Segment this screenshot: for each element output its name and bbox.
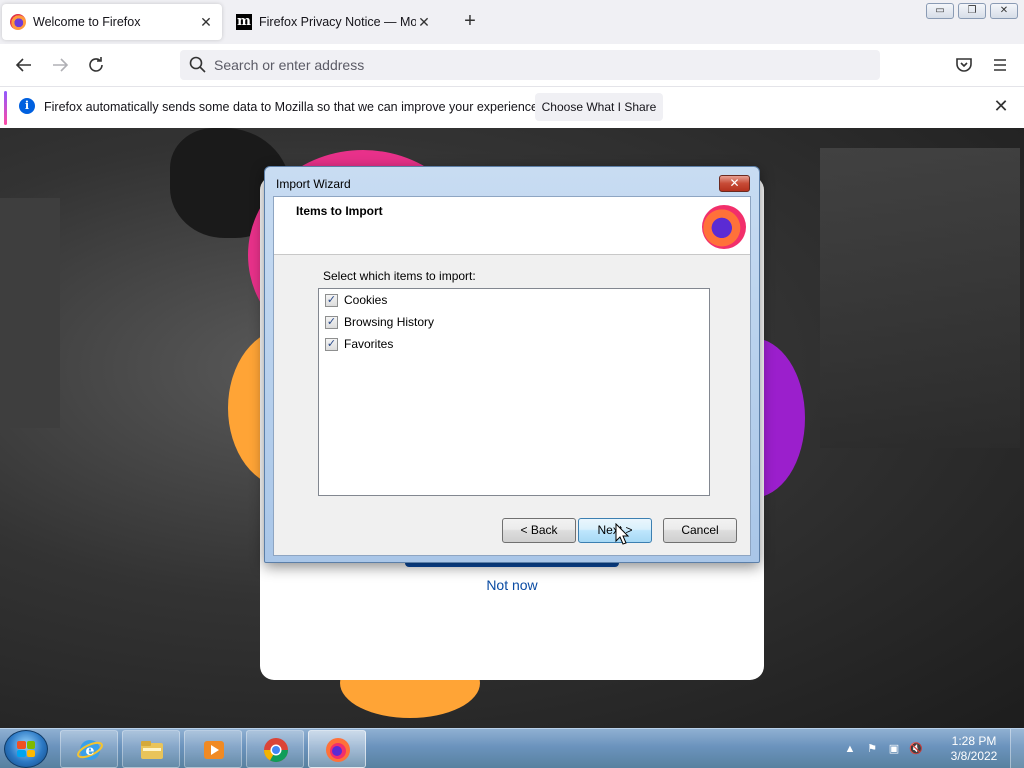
firefox-icon [10, 14, 26, 30]
chrome-icon [264, 738, 288, 763]
item-label: Cookies [344, 293, 388, 307]
tab-close-icon[interactable]: ✕ [198, 14, 214, 31]
dialog-titlebar[interactable]: Import Wizard ✕ [265, 167, 759, 195]
arrow-right-icon [53, 58, 69, 72]
checkbox-browsing-history[interactable]: ✓ [325, 315, 338, 329]
checkbox-favorites[interactable]: ✓ [325, 337, 338, 351]
checkbox-cookies[interactable]: ✓ [325, 293, 338, 307]
address-input[interactable] [214, 50, 854, 80]
forward-button[interactable] [48, 53, 72, 77]
arrow-left-icon [15, 58, 31, 72]
internet-explorer-icon: e [77, 740, 103, 760]
network-icon[interactable]: ▣ [886, 741, 902, 757]
navigation-toolbar [0, 44, 1024, 86]
mouse-pointer-icon [615, 523, 630, 545]
start-button[interactable] [4, 730, 48, 768]
import-item-favorites[interactable]: ✓ Favorites [325, 334, 393, 354]
import-item-browsing-history[interactable]: ✓ Browsing History [325, 312, 434, 332]
info-icon: i [19, 98, 35, 114]
wizard-header: Items to Import [274, 197, 750, 255]
notification-message: Firefox automatically sends some data to… [44, 100, 542, 114]
not-now-link[interactable]: Not now [452, 577, 572, 593]
import-prompt: Select which items to import: [323, 269, 476, 283]
system-tray: ▲ ⚑ ▣ 🔇 [842, 739, 924, 759]
window-close-button[interactable]: ✕ [990, 3, 1018, 19]
tray-overflow-icon[interactable]: ▲ [842, 741, 858, 757]
notification-close-icon[interactable]: ✕ [990, 95, 1012, 117]
mozilla-icon: m [236, 14, 252, 30]
firefox-icon [326, 738, 350, 762]
import-item-cookies[interactable]: ✓ Cookies [325, 290, 387, 310]
choose-what-i-share-button[interactable]: Choose What I Share [535, 93, 663, 121]
notification-accent [4, 91, 7, 125]
dialog-client-area: Items to Import Select which items to im… [273, 196, 751, 556]
item-label: Browsing History [344, 315, 435, 329]
taskbar-windows-explorer[interactable] [122, 730, 180, 768]
taskbar-firefox[interactable] [308, 730, 366, 768]
dialog-title: Import Wizard [276, 177, 351, 191]
media-player-icon [204, 741, 224, 759]
tab-title: Firefox Privacy Notice — Mozilla [259, 15, 416, 29]
tab-welcome-to-firefox[interactable]: Welcome to Firefox ✕ [2, 4, 222, 40]
windows-logo-icon [17, 741, 35, 757]
action-center-flag-icon[interactable]: ⚑ [864, 741, 880, 757]
taskbar-clock[interactable]: 1:28 PM 3/8/2022 [944, 734, 1004, 764]
data-collection-notification: i Firefox automatically sends some data … [0, 86, 1024, 128]
folder-icon [141, 741, 163, 759]
tab-close-icon[interactable]: ✕ [416, 14, 432, 31]
tab-strip: Welcome to Firefox ✕ m Firefox Privacy N… [0, 0, 1024, 44]
restore-button[interactable]: ❐ [958, 3, 986, 19]
dialog-close-button[interactable]: ✕ [719, 175, 750, 192]
taskbar-chrome[interactable] [246, 730, 304, 768]
import-wizard-dialog: Import Wizard ✕ Items to Import Select w… [264, 166, 760, 563]
tab-title: Welcome to Firefox [33, 15, 141, 29]
new-tab-plus-icon[interactable]: + [458, 10, 482, 34]
volume-muted-icon[interactable]: 🔇 [908, 741, 924, 757]
item-label: Favorites [344, 337, 394, 351]
tab-privacy-notice[interactable]: m Firefox Privacy Notice — Mozilla ✕ [228, 4, 440, 40]
reload-icon [89, 57, 103, 72]
clock-time: 1:28 PM [951, 734, 997, 748]
clock-date: 3/8/2022 [950, 749, 998, 763]
back-button[interactable] [12, 53, 36, 77]
menu-button[interactable] [988, 53, 1012, 77]
background-photo-shelves [820, 148, 1020, 448]
minimize-button[interactable]: ▭ [926, 3, 954, 19]
back-button-wizard[interactable]: < Back [502, 518, 576, 543]
address-bar[interactable] [180, 50, 880, 80]
pocket-icon [956, 58, 972, 72]
import-items-list: ✓ Cookies ✓ Browsing History ✓ Favorites [318, 288, 710, 496]
wizard-page-title: Items to Import [296, 204, 383, 218]
svg-text:e: e [86, 743, 95, 759]
cancel-button[interactable]: Cancel [663, 518, 737, 543]
reload-button[interactable] [84, 53, 108, 77]
pocket-button[interactable] [952, 53, 976, 77]
search-icon [189, 56, 206, 73]
background-photo-machinery [0, 198, 60, 428]
taskbar-media-player[interactable] [184, 730, 242, 768]
hamburger-menu-icon [994, 59, 1006, 71]
windows-taskbar: e ▲ ⚑ ▣ 🔇 1:28 PM 3/8/2022 [0, 728, 1024, 768]
show-desktop-button[interactable] [1010, 729, 1024, 768]
taskbar-internet-explorer[interactable]: e [60, 730, 118, 768]
firefox-logo-icon [702, 205, 746, 249]
